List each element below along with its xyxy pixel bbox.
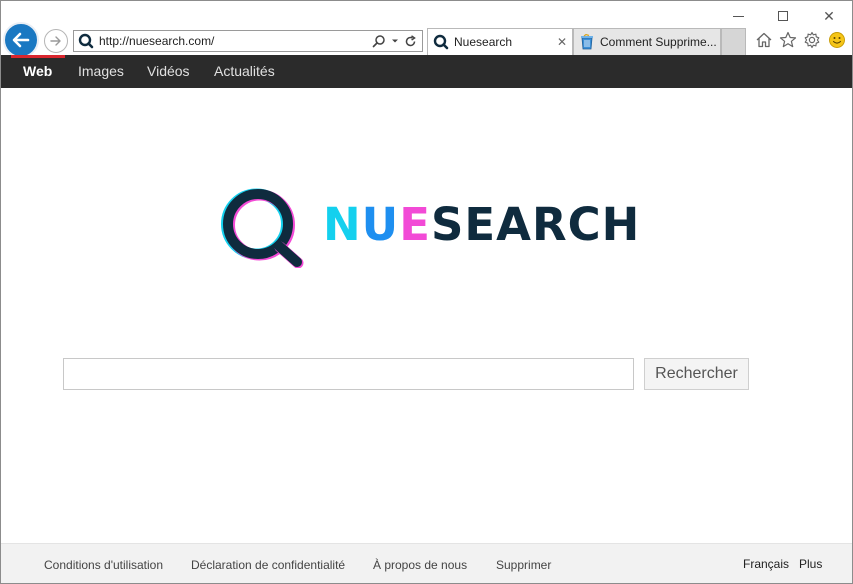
search-button[interactable]: Rechercher (644, 358, 749, 390)
star-icon (779, 31, 797, 48)
search-input[interactable] (63, 358, 634, 390)
logo-letter-n: N (323, 198, 362, 251)
footer-link-remove[interactable]: Supprimer (496, 544, 551, 584)
close-tab-icon[interactable]: ✕ (554, 35, 570, 49)
arrow-right-icon (50, 36, 61, 46)
minimize-button[interactable] (726, 6, 750, 26)
logo-letter-e: E (399, 198, 431, 251)
back-button[interactable] (3, 22, 39, 58)
logo-letter-u: U (361, 198, 400, 251)
tab-title: Nuesearch (454, 35, 513, 49)
close-icon: ✕ (823, 7, 835, 24)
feedback-button[interactable] (827, 30, 847, 50)
refresh-icon[interactable] (404, 34, 417, 48)
tab-comment-supprimer[interactable]: Comment Supprime... (573, 28, 721, 55)
favorites-button[interactable] (778, 30, 798, 50)
search-icon[interactable] (372, 34, 386, 48)
home-button[interactable] (754, 30, 774, 50)
tab-title: Comment Supprime... (600, 35, 717, 49)
category-nav: Web Images Vidéos Actualités (1, 55, 852, 88)
more-link[interactable]: Plus (799, 544, 822, 584)
recycle-bin-favicon-icon (579, 34, 595, 50)
magnifier-logo-icon (221, 188, 304, 268)
language-selector[interactable]: Français (743, 544, 789, 584)
nav-tab-web[interactable]: Web (23, 55, 52, 88)
browser-chrome: ✕ http://nuesearch.com/ Nuesearch ✕ Comm… (1, 1, 852, 58)
address-url[interactable]: http://nuesearch.com/ (99, 34, 372, 48)
footer-link-terms[interactable]: Conditions d'utilisation (44, 544, 163, 584)
logo-wordmark: NUESEARCH (323, 196, 640, 254)
address-bar[interactable]: http://nuesearch.com/ (73, 30, 423, 52)
settings-button[interactable] (802, 30, 822, 50)
tab-nuesearch[interactable]: Nuesearch ✕ (427, 28, 573, 55)
maximize-button[interactable] (771, 6, 795, 26)
close-window-button[interactable]: ✕ (817, 6, 841, 26)
footer-link-about[interactable]: À propos de nous (373, 544, 467, 584)
arrow-left-icon (12, 32, 30, 48)
new-tab-button[interactable] (721, 28, 746, 55)
nuesearch-favicon-icon (77, 32, 95, 50)
nav-tab-images[interactable]: Images (78, 55, 124, 88)
maximize-icon (778, 11, 788, 21)
chevron-down-icon[interactable] (391, 37, 399, 45)
nuesearch-logo: NUESEARCH (221, 186, 641, 268)
forward-button[interactable] (44, 29, 68, 53)
nav-tab-actualites[interactable]: Actualités (214, 55, 275, 88)
nuesearch-favicon-icon (433, 34, 449, 50)
nav-tab-videos[interactable]: Vidéos (147, 55, 190, 88)
logo-search-text: SEARCH (430, 198, 641, 251)
home-icon (756, 32, 772, 48)
footer-link-privacy[interactable]: Déclaration de confidentialité (191, 544, 345, 584)
smiley-icon (829, 32, 845, 48)
gear-icon (804, 31, 820, 49)
page-footer: Conditions d'utilisation Déclaration de … (1, 543, 852, 583)
minimize-icon (732, 15, 744, 17)
